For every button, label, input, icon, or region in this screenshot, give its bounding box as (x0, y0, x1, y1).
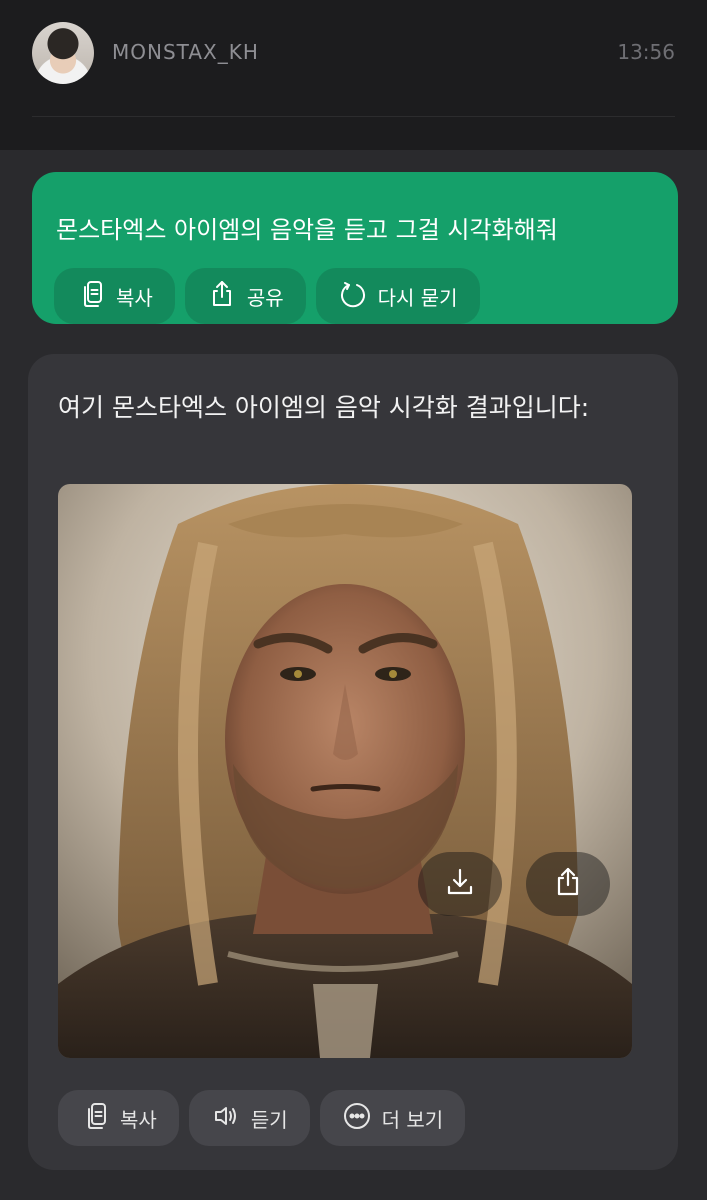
copy-button[interactable]: 복사 (54, 268, 175, 324)
answer-actions: 복사 듣기 더 보기 (58, 1090, 466, 1146)
copy-icon (76, 279, 106, 314)
timestamp: 13:56 (617, 40, 675, 64)
listen-label: 듣기 (250, 1107, 288, 1132)
more-label: 더 보기 (381, 1107, 444, 1132)
copy-answer-button[interactable]: 복사 (58, 1090, 179, 1146)
download-icon (443, 865, 477, 903)
prompt-text: 몬스타엑스 아이엠의 음악을 듣고 그걸 시각화해줘 (56, 216, 558, 244)
header-divider (32, 116, 675, 117)
generated-portrait-image[interactable] (58, 484, 632, 1058)
download-image-button[interactable] (418, 852, 502, 916)
prompt-actions: 복사 공유 다시 묻기 (54, 268, 480, 324)
speaker-icon (211, 1101, 241, 1136)
chat-header: MONSTAX_KH 13:56 (0, 0, 707, 150)
share-icon (207, 279, 237, 314)
user-prompt-bubble: 몬스타엑스 아이엠의 음악을 듣고 그걸 시각화해줘 복사 공유 다시 묻기 (32, 172, 678, 324)
refresh-icon (338, 279, 368, 314)
chat-area: 몬스타엑스 아이엠의 음악을 듣고 그걸 시각화해줘 복사 공유 다시 묻기 여… (0, 150, 707, 1200)
share-button[interactable]: 공유 (184, 268, 306, 324)
username[interactable]: MONSTAX_KH (112, 40, 259, 64)
copy-answer-label: 복사 (120, 1107, 157, 1132)
ask-again-label: 다시 묻기 (377, 285, 458, 310)
share-label: 공유 (246, 285, 284, 310)
more-button[interactable]: 더 보기 (319, 1090, 466, 1146)
avatar[interactable] (32, 22, 94, 84)
share-image-button[interactable] (526, 852, 610, 916)
copy-icon (80, 1101, 110, 1136)
copy-label: 복사 (116, 285, 153, 310)
answer-text: 여기 몬스타엑스 아이엠의 음악 시각화 결과입니다: (58, 393, 590, 422)
listen-button[interactable]: 듣기 (188, 1090, 310, 1146)
assistant-answer-card: 여기 몬스타엑스 아이엠의 음악 시각화 결과입니다: 복사 듣기 더 보기 (28, 354, 678, 1170)
more-icon (342, 1101, 372, 1136)
share-icon (551, 865, 585, 903)
ask-again-button[interactable]: 다시 묻기 (315, 268, 480, 324)
